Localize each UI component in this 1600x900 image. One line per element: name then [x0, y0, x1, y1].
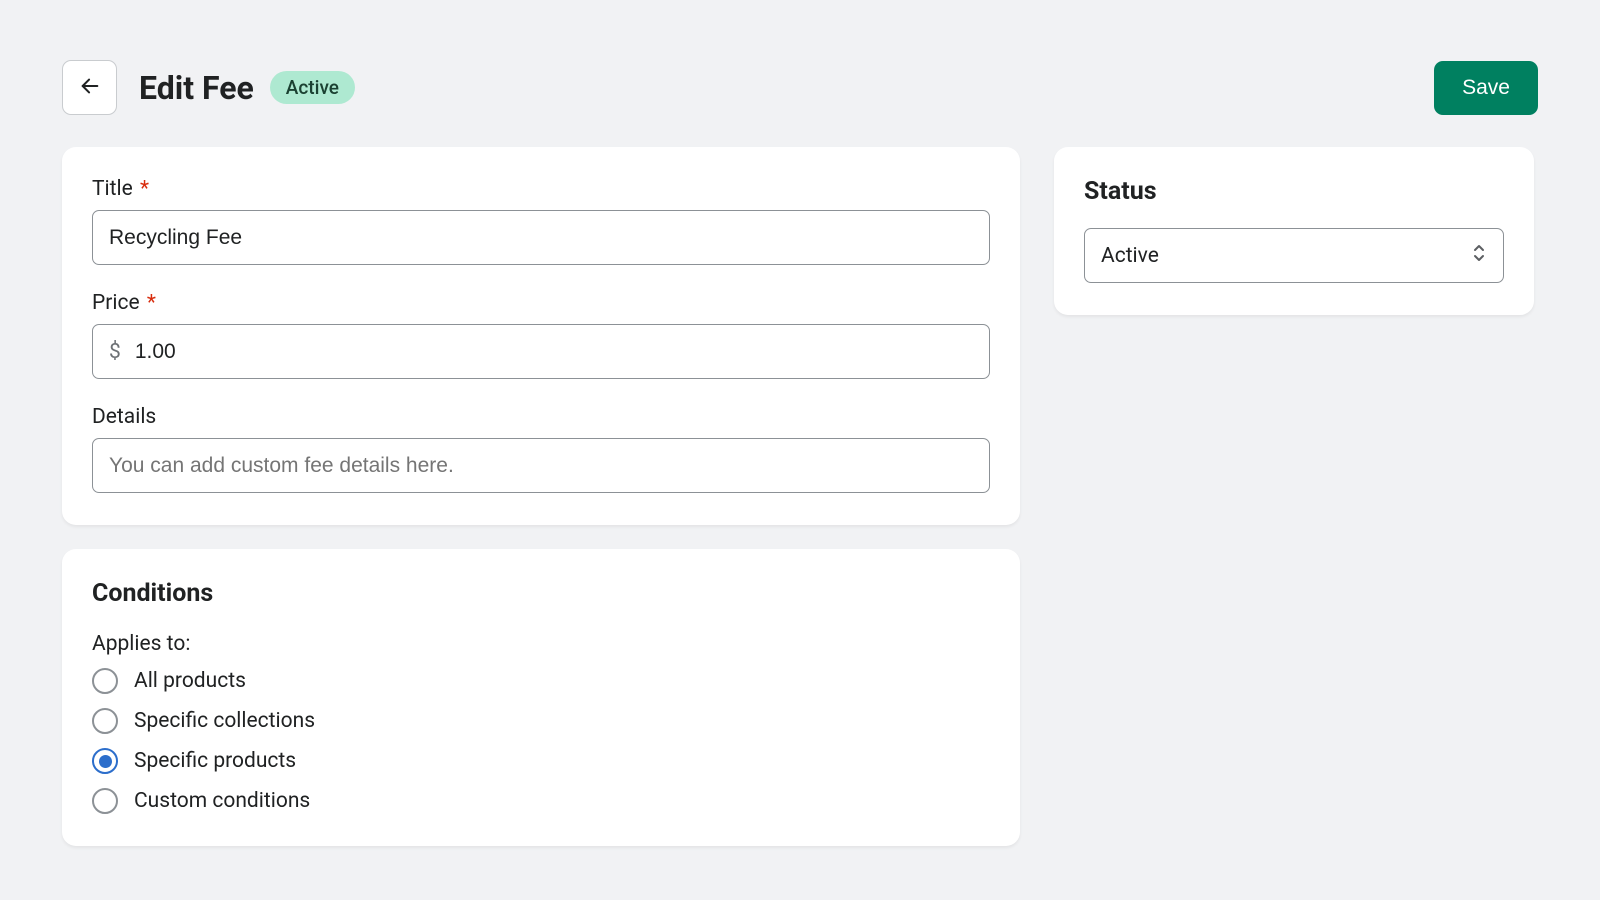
price-label: Price * — [92, 291, 990, 315]
price-input-wrapper[interactable]: $ — [92, 324, 990, 379]
save-button[interactable]: Save — [1434, 61, 1538, 115]
price-input[interactable] — [135, 340, 973, 364]
fee-details-card: Title * Price * $ Details — [62, 147, 1020, 525]
title-input[interactable] — [92, 210, 990, 265]
required-asterisk: * — [142, 291, 156, 315]
radio-specific-products[interactable]: Specific products — [92, 748, 990, 774]
radio-icon — [92, 748, 118, 774]
conditions-title: Conditions — [92, 579, 990, 608]
title-label: Title * — [92, 177, 990, 201]
conditions-card: Conditions Applies to: All products Spec… — [62, 549, 1020, 846]
page-title: Edit Fee — [139, 69, 254, 107]
status-badge: Active — [270, 71, 355, 104]
price-label-text: Price — [92, 291, 140, 315]
status-select[interactable]: Active — [1084, 228, 1504, 283]
status-select-value: Active — [1101, 244, 1159, 268]
applies-to-label: Applies to: — [92, 632, 990, 656]
title-label-text: Title — [92, 177, 133, 201]
radio-specific-collections[interactable]: Specific collections — [92, 708, 990, 734]
details-input[interactable] — [92, 438, 990, 493]
arrow-left-icon — [79, 75, 101, 100]
radio-all-products[interactable]: All products — [92, 668, 990, 694]
radio-icon — [92, 788, 118, 814]
page-header: Edit Fee Active Save — [62, 60, 1538, 115]
radio-icon — [92, 668, 118, 694]
status-title: Status — [1084, 177, 1504, 206]
radio-label: Specific collections — [134, 709, 315, 733]
radio-label: Specific products — [134, 749, 296, 773]
applies-to-radio-group: All products Specific collections Specif… — [92, 668, 990, 814]
radio-icon — [92, 708, 118, 734]
radio-label: Custom conditions — [134, 789, 310, 813]
radio-label: All products — [134, 669, 246, 693]
currency-prefix: $ — [109, 340, 121, 364]
status-card: Status Active — [1054, 147, 1534, 315]
radio-custom-conditions[interactable]: Custom conditions — [92, 788, 990, 814]
select-caret-icon — [1471, 243, 1487, 269]
back-button[interactable] — [62, 60, 117, 115]
details-label: Details — [92, 405, 990, 429]
required-asterisk: * — [135, 177, 149, 201]
